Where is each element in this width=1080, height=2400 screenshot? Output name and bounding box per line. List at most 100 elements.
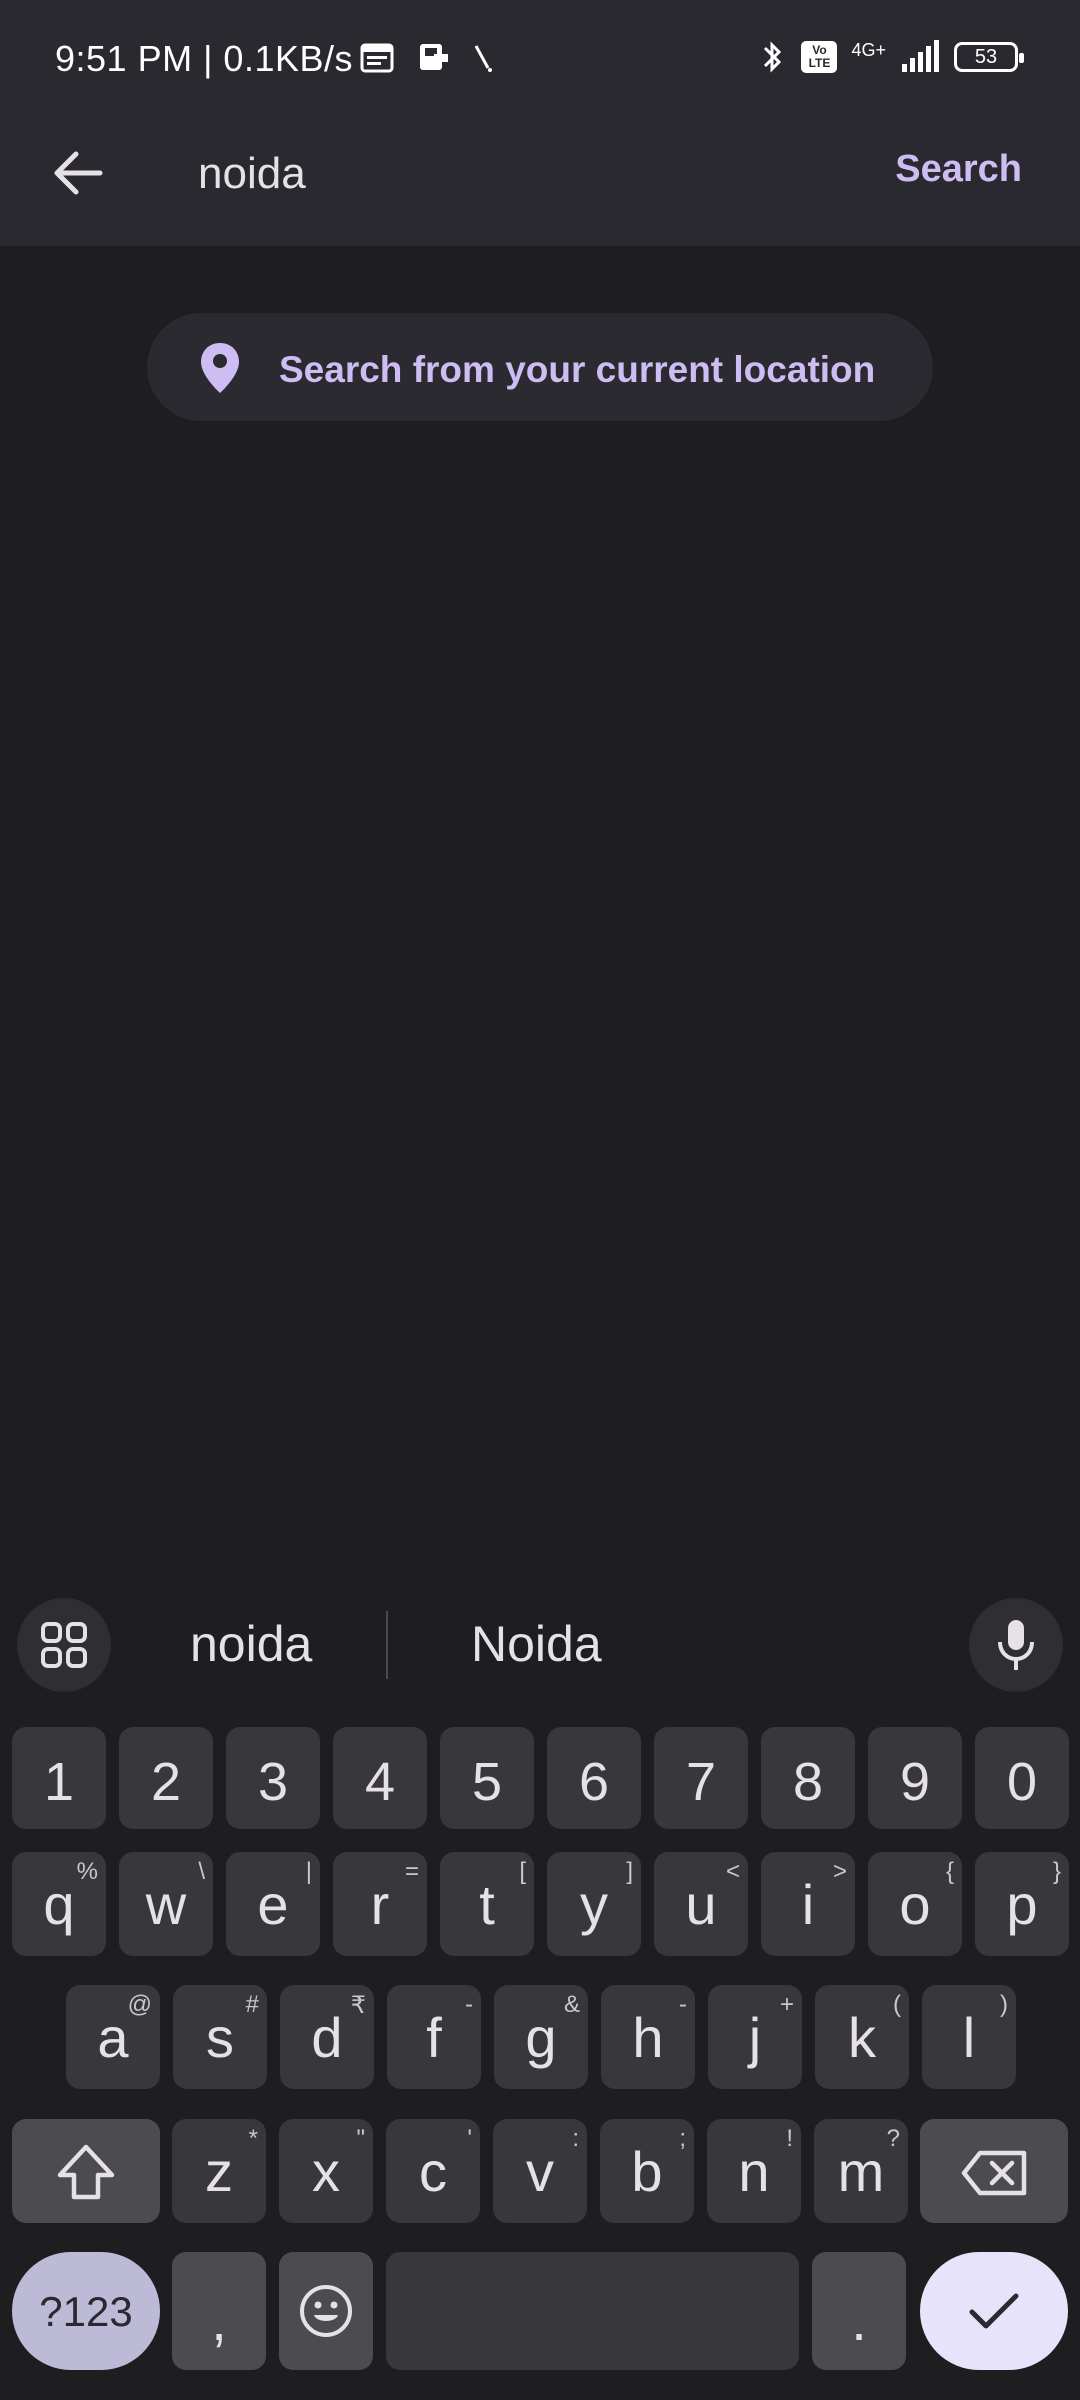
key-2[interactable]: 2 <box>119 1727 213 1829</box>
current-location-chip[interactable]: Search from your current location <box>147 313 933 421</box>
arrow-left-icon <box>54 151 103 195</box>
key-label: 7 <box>685 1752 717 1812</box>
key-t[interactable]: t[ <box>440 1852 534 1956</box>
key-hint: - <box>679 1991 687 2018</box>
key-hint: & <box>563 1991 580 2018</box>
key-r[interactable]: r = <box>333 1852 427 1956</box>
key-hint: ? <box>886 2125 900 2152</box>
key-0[interactable]: 0 <box>975 1727 1069 1829</box>
key-w[interactable]: w \ <box>119 1852 213 1956</box>
key-i[interactable]: i > <box>761 1852 855 1956</box>
comma-key[interactable]: , <box>172 2252 266 2370</box>
key-label: 9 <box>899 1752 931 1812</box>
status-time: 9:51 PM | 0.1KB/s <box>55 38 353 79</box>
missed-call-icon <box>474 45 492 72</box>
backspace-icon <box>961 2150 1027 2196</box>
key-hint: \ <box>198 1858 205 1885</box>
suggestion-2[interactable]: Noida <box>471 1615 602 1673</box>
soft-keyboard: noida Noida 1 2 3 4 5 6 7 8 9 0 q% w \ e | r = t[y] u < i > o… <box>0 1575 1080 2400</box>
key-e[interactable]: e | <box>226 1852 320 1956</box>
microphone-icon <box>998 1620 1034 1670</box>
key-label: 6 <box>578 1752 610 1812</box>
key-m[interactable]: m? <box>814 2119 908 2223</box>
key-hint: + <box>779 1991 794 2018</box>
key-hint: % <box>76 1858 98 1885</box>
keyboard-menu-button[interactable] <box>17 1598 111 1692</box>
key-label: 8 <box>792 1752 824 1812</box>
key-label: c <box>419 2140 447 2203</box>
key-a[interactable]: a @ <box>66 1985 160 2089</box>
status-system-icons: Vo LTE 4G+ 53 <box>759 38 1024 76</box>
status-bar: 9:51 PM | 0.1KB/s Vo LTE 4G+ 53 <box>0 0 1080 120</box>
key-c[interactable]: c ' <box>386 2119 480 2223</box>
key-hint: } <box>1052 1858 1061 1885</box>
key-3[interactable]: 3 <box>226 1727 320 1829</box>
apps-grid-icon <box>41 1622 87 1668</box>
key-7[interactable]: 7 <box>654 1727 748 1829</box>
voice-input-button[interactable] <box>969 1598 1063 1692</box>
key-hint: > <box>832 1858 847 1885</box>
enter-key[interactable] <box>920 2252 1068 2370</box>
key-hint: { <box>945 1858 954 1885</box>
key-u[interactable]: u < <box>654 1852 748 1956</box>
key-o[interactable]: o{ <box>868 1852 962 1956</box>
back-button[interactable] <box>45 140 111 206</box>
backspace-key[interactable] <box>920 2119 1068 2223</box>
bluetooth-icon <box>764 41 782 73</box>
search-top-bar: Search <box>0 120 1080 246</box>
key-g[interactable]: g & <box>494 1985 588 2089</box>
key-f[interactable]: f- <box>387 1985 481 2089</box>
key-hint: - <box>465 1991 473 2018</box>
key-h[interactable]: h- <box>601 1985 695 2089</box>
key-x[interactable]: x " <box>279 2119 373 2223</box>
key-hint: [ <box>519 1858 526 1885</box>
key-n[interactable]: n! <box>707 2119 801 2223</box>
key-hint: ₹ <box>350 1992 366 2019</box>
key-d[interactable]: d ₹ <box>280 1985 374 2089</box>
symbols-key-label: ?123 <box>39 2288 133 2335</box>
key-hint: @ <box>127 1991 152 2018</box>
search-button[interactable]: Search <box>895 148 1022 191</box>
battery-icon: 53 <box>954 42 1024 72</box>
key-5[interactable]: 5 <box>440 1727 534 1829</box>
key-hint: ( <box>893 1991 901 2018</box>
key-8[interactable]: 8 <box>761 1727 855 1829</box>
comma-key-label: , <box>211 2289 227 2352</box>
key-9[interactable]: 9 <box>868 1727 962 1829</box>
key-label: 1 <box>43 1752 75 1812</box>
key-z[interactable]: z * <box>172 2119 266 2223</box>
emoji-icon <box>300 2285 352 2337</box>
key-p[interactable]: p} <box>975 1852 1069 1956</box>
suggestion-1[interactable]: noida <box>190 1615 312 1673</box>
shift-key[interactable] <box>12 2119 160 2223</box>
key-hint: ; <box>679 2125 686 2152</box>
key-b[interactable]: b; <box>600 2119 694 2223</box>
key-k[interactable]: k( <box>815 1985 909 2089</box>
key-hint: ! <box>786 2125 793 2152</box>
key-l[interactable]: l) <box>922 1985 1016 2089</box>
key-hint: : <box>572 2125 579 2152</box>
emoji-key[interactable] <box>279 2252 373 2370</box>
key-hint: < <box>725 1858 740 1885</box>
key-s[interactable]: s # <box>173 1985 267 2089</box>
space-key[interactable] <box>386 2252 799 2370</box>
key-q[interactable]: q% <box>12 1852 106 1956</box>
key-4[interactable]: 4 <box>333 1727 427 1829</box>
symbols-key[interactable]: ?123 <box>12 2252 160 2370</box>
key-y[interactable]: y] <box>547 1852 641 1956</box>
key-hint: " <box>356 2125 365 2152</box>
key-label: 4 <box>364 1752 396 1812</box>
key-hint: # <box>245 1991 259 2018</box>
key-6[interactable]: 6 <box>547 1727 641 1829</box>
period-key[interactable]: . <box>812 2252 906 2370</box>
key-hint: * <box>248 2125 258 2152</box>
calendar-icon <box>360 43 394 73</box>
status-notification-icons <box>360 40 494 74</box>
key-label: 3 <box>257 1752 289 1812</box>
key-v[interactable]: v: <box>493 2119 587 2223</box>
key-j[interactable]: j + <box>708 1985 802 2089</box>
search-input[interactable] <box>198 142 848 206</box>
key-label: 0 <box>1006 1752 1038 1812</box>
key-1[interactable]: 1 <box>12 1727 106 1829</box>
key-label: 5 <box>471 1752 503 1812</box>
